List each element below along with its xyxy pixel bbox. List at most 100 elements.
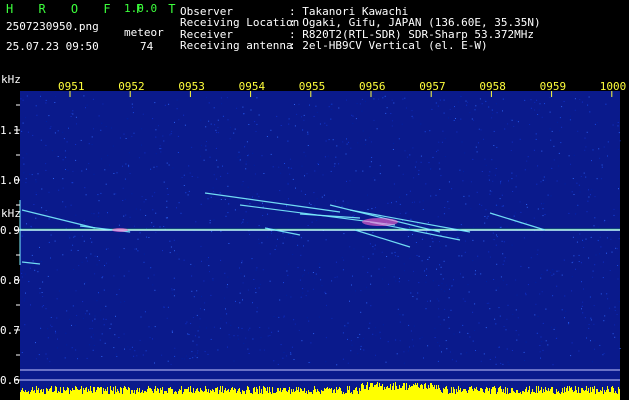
histogram-bar [149, 388, 150, 400]
histogram-bar [241, 394, 242, 400]
histogram-bar [383, 390, 384, 400]
histogram-bar [27, 392, 28, 400]
histogram-bar [475, 389, 476, 400]
histogram-bar [230, 390, 231, 400]
histogram-bar [24, 392, 25, 400]
histogram-bar [97, 387, 98, 400]
histogram-bar [489, 388, 490, 400]
histogram-bar [89, 391, 90, 400]
histogram-bar [128, 387, 129, 400]
histogram-bar [81, 386, 82, 400]
histogram-bar [524, 392, 525, 400]
histogram-bar [82, 394, 83, 400]
histogram-bar [77, 389, 78, 400]
histogram-bar [442, 393, 443, 400]
histogram-bar [415, 383, 416, 400]
freq-tick-label: 1.1 [0, 124, 20, 137]
histogram-bar [84, 390, 85, 400]
histogram-bar [559, 393, 560, 400]
histogram-bar [444, 389, 445, 400]
histogram-bar [448, 394, 449, 400]
histogram-bar [330, 389, 331, 400]
histogram-bar [614, 393, 615, 400]
histogram-bar [451, 387, 452, 400]
histogram-bar [371, 383, 372, 400]
histogram-bar [315, 389, 316, 400]
time-tick-label: 0953 [178, 80, 205, 93]
histogram-bar [505, 387, 506, 400]
histogram-bar [55, 386, 56, 400]
histogram-bar [511, 388, 512, 400]
histogram-bar [261, 389, 262, 400]
histogram-bar [71, 391, 72, 400]
histogram-bar [506, 394, 507, 400]
time-tick-label: 0956 [359, 80, 386, 93]
histogram-bar [600, 390, 601, 400]
histogram-bar [323, 391, 324, 400]
histogram-bar [307, 394, 308, 400]
histogram-bar [196, 389, 197, 400]
histogram-bar [615, 391, 616, 400]
histogram-bar [290, 394, 291, 400]
histogram-bar [569, 386, 570, 400]
histogram-bar [423, 389, 424, 400]
histogram-bar [212, 389, 213, 400]
histogram-bar [111, 390, 112, 400]
histogram-bar [207, 392, 208, 400]
histogram-bar [411, 386, 412, 400]
histogram-bar [359, 388, 360, 400]
histogram-bar [548, 388, 549, 400]
histogram-bar [139, 388, 140, 400]
histogram-bar [70, 390, 71, 400]
histogram-bar [369, 387, 370, 400]
histogram-bar [80, 389, 81, 400]
histogram-bar [299, 392, 300, 400]
histogram-bar [394, 390, 395, 400]
histogram-bar [580, 393, 581, 400]
histogram-bar [427, 389, 428, 400]
histogram-bar [426, 388, 427, 400]
histogram-bar [545, 387, 546, 400]
histogram-bar [473, 391, 474, 400]
histogram-bar [546, 390, 547, 400]
histogram-bar [584, 391, 585, 400]
histogram-bar [616, 393, 617, 400]
histogram-bar [302, 391, 303, 400]
histogram-bar [338, 389, 339, 400]
histogram-bar [510, 393, 511, 400]
histogram-bar [214, 392, 215, 400]
histogram-bar [557, 392, 558, 400]
histogram-bar [562, 388, 563, 400]
histogram-bar [605, 392, 606, 400]
time-tick-label: 0954 [239, 80, 266, 93]
histogram-bar [75, 386, 76, 400]
histogram-bar [547, 391, 548, 400]
histogram-bar [65, 391, 66, 400]
histogram-bar [455, 394, 456, 400]
histogram-bar [135, 394, 136, 400]
histogram-bar [549, 391, 550, 400]
histogram-bar [78, 390, 79, 400]
freq-tick-label: 1.0 [0, 174, 20, 187]
histogram-bar [83, 388, 84, 400]
histogram-bar [289, 387, 290, 400]
histogram-bar [236, 393, 237, 400]
histogram-bar [336, 387, 337, 400]
histogram-bar [594, 386, 595, 400]
histogram-bar [20, 392, 21, 400]
histogram-bar [551, 387, 552, 400]
histogram-bar [271, 394, 272, 400]
histogram-bar [518, 393, 519, 400]
histogram-bar [202, 391, 203, 400]
histogram-bar [431, 383, 432, 400]
histogram-bar [357, 391, 358, 400]
histogram-bar [618, 387, 619, 400]
histogram-bar [213, 390, 214, 400]
histogram-bar [472, 389, 473, 400]
histogram-bar [94, 387, 95, 400]
histogram-bar [64, 390, 65, 400]
histogram-bar [257, 389, 258, 400]
histogram-bar [30, 392, 31, 400]
histogram-bar [285, 388, 286, 400]
histogram-bar [300, 388, 301, 400]
